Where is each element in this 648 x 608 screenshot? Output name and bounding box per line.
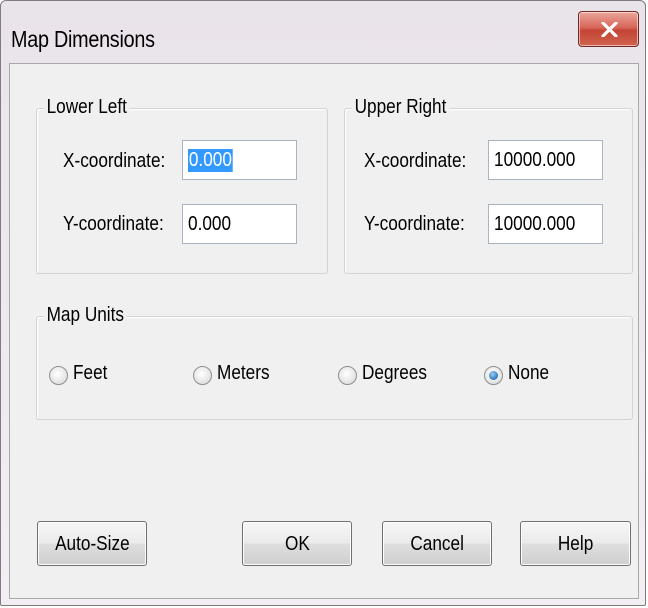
lower-left-y-value: 0.000 — [188, 213, 232, 235]
lower-left-group — [36, 108, 328, 274]
auto-size-button-label: Auto-Size — [54, 533, 130, 555]
dialog-client-area: Lower Left X-coordinate: 0.000 Y-coordin… — [9, 63, 639, 599]
close-button[interactable] — [578, 11, 639, 47]
ok-button-label: OK — [284, 533, 310, 555]
title-bar[interactable]: Map Dimensions — [1, 1, 645, 63]
upper-right-y-label: Y-coordinate: — [364, 213, 465, 235]
radio-degrees[interactable] — [338, 366, 357, 385]
lower-left-title: Lower Left — [44, 96, 130, 119]
close-icon — [601, 22, 618, 37]
upper-right-y-value: 10000.000 — [494, 213, 576, 235]
radio-none-label: None — [508, 362, 550, 384]
radio-degrees-label: Degrees — [362, 362, 428, 384]
radio-meters-label: Meters — [217, 362, 270, 384]
upper-right-group — [344, 108, 633, 274]
auto-size-button[interactable]: Auto-Size — [37, 521, 147, 566]
radio-none[interactable] — [484, 366, 503, 385]
cancel-button-label: Cancel — [410, 533, 464, 555]
cancel-button[interactable]: Cancel — [382, 521, 492, 566]
lower-left-y-label: Y-coordinate: — [63, 213, 164, 235]
help-button-label: Help — [557, 533, 594, 555]
upper-right-x-input[interactable]: 10000.000 — [488, 140, 603, 180]
map-units-title: Map Units — [44, 304, 127, 327]
radio-selected-dot — [489, 371, 498, 380]
upper-right-title: Upper Right — [352, 96, 449, 119]
lower-left-x-value: 0.000 — [188, 149, 233, 172]
help-button[interactable]: Help — [520, 521, 631, 566]
ok-button[interactable]: OK — [242, 521, 352, 566]
radio-feet[interactable] — [49, 366, 68, 385]
upper-right-y-input[interactable]: 10000.000 — [488, 204, 603, 244]
upper-right-x-label: X-coordinate: — [364, 150, 467, 172]
map-dimensions-dialog: Map Dimensions Lower Left X-coordinate: … — [0, 0, 646, 606]
lower-left-x-input[interactable]: 0.000 — [182, 140, 297, 180]
radio-meters[interactable] — [193, 366, 212, 385]
lower-left-x-label: X-coordinate: — [63, 150, 166, 172]
lower-left-y-input[interactable]: 0.000 — [182, 204, 297, 244]
window-title: Map Dimensions — [11, 26, 155, 52]
upper-right-x-value: 10000.000 — [494, 149, 576, 171]
radio-feet-label: Feet — [73, 362, 108, 384]
